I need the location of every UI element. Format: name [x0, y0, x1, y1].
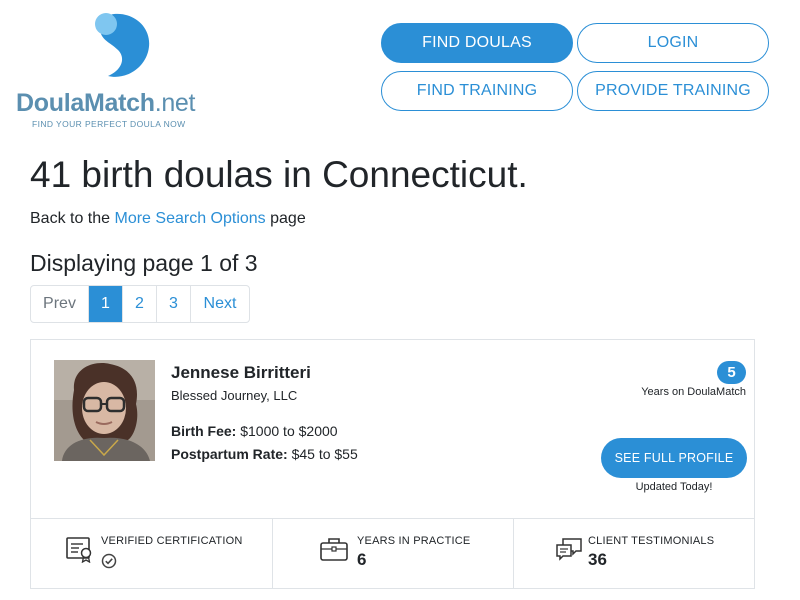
page-status: Displaying page 1 of 3 — [30, 250, 258, 276]
testimonials-label: CLIENT TESTIMONIALS — [588, 535, 715, 547]
logo-tagline: FIND YOUR PERFECT DOULA NOW — [32, 119, 186, 129]
years-in-practice-value: 6 — [357, 550, 367, 569]
stat-certification: VERIFIED CERTIFICATION — [31, 519, 272, 589]
login-button[interactable]: LOGIN — [577, 23, 769, 63]
back-link-line: Back to the More Search Options page — [30, 210, 306, 227]
postpartum-rate: Postpartum Rate: $45 to $55 — [171, 446, 358, 462]
site-logo[interactable]: DoulaMatch.net FIND YOUR PERFECT DOULA N… — [16, 10, 226, 135]
check-circle-icon — [101, 553, 117, 569]
doula-card: Jennese Birritteri Blessed Journey, LLC … — [30, 339, 755, 589]
find-training-button[interactable]: FIND TRAINING — [381, 71, 573, 111]
doula-stats: VERIFIED CERTIFICATION YEARS IN PRACTICE… — [31, 518, 754, 589]
briefcase-icon — [320, 538, 348, 561]
find-doulas-button[interactable]: FIND DOULAS — [381, 23, 573, 63]
pagination-page-2[interactable]: 2 — [122, 286, 156, 322]
stat-years-in-practice: YEARS IN PRACTICE 6 — [272, 519, 513, 589]
birth-fee: Birth Fee: $1000 to $2000 — [171, 423, 338, 439]
pagination-next[interactable]: Next — [190, 286, 249, 322]
doula-portrait — [54, 360, 155, 461]
pagination-prev[interactable]: Prev — [31, 286, 88, 322]
page-title: 41 birth doulas in Connecticut. — [30, 154, 528, 195]
provide-training-button[interactable]: PROVIDE TRAINING — [577, 71, 769, 111]
pagination-page-1[interactable]: 1 — [88, 286, 122, 322]
pagination-page-3[interactable]: 3 — [156, 286, 190, 322]
more-search-options-link[interactable]: More Search Options — [115, 210, 266, 227]
stat-testimonials: CLIENT TESTIMONIALS 36 — [513, 519, 754, 589]
testimonials-value: 36 — [588, 550, 607, 569]
logo-name: DoulaMatch — [16, 89, 155, 117]
doula-name[interactable]: Jennese Birritteri — [171, 363, 311, 383]
doulamatch-logo-icon — [95, 13, 150, 77]
doula-photo[interactable] — [54, 360, 155, 461]
chat-bubbles-icon — [556, 538, 582, 561]
doula-company: Blessed Journey, LLC — [171, 388, 298, 403]
logo-suffix: .net — [154, 89, 196, 117]
pagination: Prev 1 2 3 Next — [30, 285, 250, 323]
years-on-site-badge: 5 — [717, 361, 746, 384]
years-on-site-caption: Years on DoulaMatch — [641, 386, 746, 398]
see-full-profile-button[interactable]: SEE FULL PROFILE — [601, 438, 747, 478]
certification-label: VERIFIED CERTIFICATION — [101, 535, 243, 547]
updated-note: Updated Today! — [635, 481, 713, 493]
years-in-practice-label: YEARS IN PRACTICE — [357, 535, 471, 547]
certificate-icon — [66, 537, 92, 563]
